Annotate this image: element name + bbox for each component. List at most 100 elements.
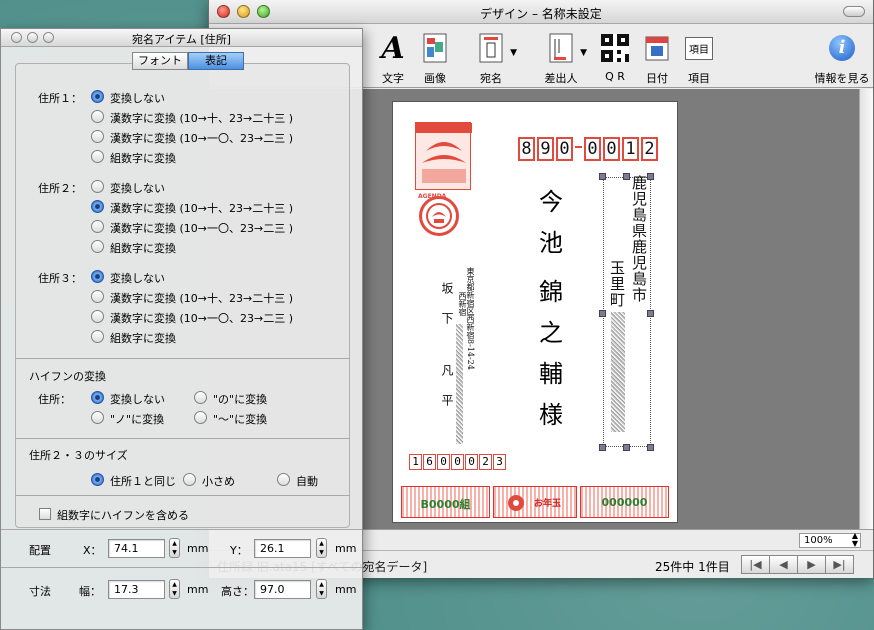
tab-font[interactable]: フォント <box>132 52 188 70</box>
sender-address[interactable]: 東京都新宿区西新宿8-14-24 <box>465 267 475 370</box>
stepper-arrows-icon: ▲ ▼ <box>172 540 177 556</box>
toolbar-address-button[interactable]: ▼ 宛名 <box>461 30 521 86</box>
addr1-radio-0[interactable] <box>91 90 104 103</box>
hyphen-radio-1[interactable] <box>194 391 207 404</box>
addr2-radio-2[interactable] <box>91 220 104 233</box>
toolbar-label: 情報を見る <box>814 72 870 85</box>
addr2-radio-1[interactable] <box>91 200 104 213</box>
postcard[interactable]: AGENDA 8 9 0 0 0 1 2 鹿児島県鹿児島市 玉里町 今 池 錦 … <box>392 101 678 523</box>
main-titlebar[interactable]: デザイン – 名称未設定 <box>209 0 873 24</box>
divider <box>1 529 362 530</box>
divider <box>15 438 350 439</box>
toolbar-image-button[interactable]: 画像 <box>405 30 465 86</box>
last-icon: ▶| <box>833 558 846 571</box>
addr3-radio-2[interactable] <box>91 310 104 323</box>
addr3-radio-3[interactable] <box>91 330 104 343</box>
hyphen-option-label: 変換しない <box>110 393 165 406</box>
item-icon-text: 項目 <box>685 36 713 60</box>
addr1-label: 住所１： <box>38 92 82 105</box>
addr2-radio-0[interactable] <box>91 180 104 193</box>
resize-handle[interactable] <box>599 444 606 451</box>
vertical-scrollbar[interactable] <box>859 89 873 529</box>
prev-icon: ◀ <box>779 558 788 571</box>
resize-handle[interactable] <box>647 444 654 451</box>
zip-digit: 2 <box>641 137 658 161</box>
panel-title: 宛名アイテム [住所] <box>132 33 231 46</box>
addr3-label: 住所３： <box>38 272 82 285</box>
height-stepper[interactable]: ▲ ▼ <box>316 579 327 599</box>
recipient-char: 様 <box>539 401 563 429</box>
dimension-label: 寸法 <box>29 585 51 598</box>
prev-record-button[interactable]: ◀ <box>769 555 798 574</box>
hyphen-label: 住所： <box>38 393 71 406</box>
sender-zip-digit: 0 <box>465 454 478 470</box>
zip-digit: 0 <box>603 137 620 161</box>
divider <box>15 495 350 496</box>
sender-card-icon: ▼ <box>531 30 591 66</box>
resize-handle[interactable] <box>623 444 630 451</box>
recipient-char: 錦 <box>539 278 563 306</box>
next-record-button[interactable]: ▶ <box>797 555 826 574</box>
toolbar-toggle-button[interactable] <box>843 6 865 17</box>
resize-handle[interactable] <box>599 310 606 317</box>
width-field[interactable]: 17.3 <box>108 580 165 599</box>
sender-zip-digit: 0 <box>437 454 450 470</box>
addr1-radio-3[interactable] <box>91 150 104 163</box>
size-option-label: 自動 <box>296 475 318 488</box>
y-stepper[interactable]: ▲ ▼ <box>316 538 327 558</box>
lottery-group-box: B0000組 <box>401 486 490 518</box>
first-record-button[interactable]: |◀ <box>741 555 770 574</box>
x-field[interactable]: 74.1 <box>108 539 165 558</box>
dropdown-arrow-icon: ▼ <box>510 48 517 58</box>
recipient-char: 池 <box>539 229 563 257</box>
toolbar-sender-button[interactable]: ▼ 差出人 <box>531 30 591 86</box>
sender-zip-digit: 0 <box>451 454 464 470</box>
stepper-arrows-icon: ▲ ▼ <box>319 540 324 556</box>
addr1-option-label: 漢数字に変換 (10→一〇、23→二三 ) <box>110 132 294 145</box>
hyphen-radio-3[interactable] <box>194 411 207 424</box>
x-stepper[interactable]: ▲ ▼ <box>169 538 180 558</box>
addr1-option-label: 変換しない <box>110 92 165 105</box>
include-hyphen-label: 組数字にハイフンを含める <box>57 509 189 522</box>
zip-digit: 0 <box>584 137 601 161</box>
panel-titlebar[interactable]: 宛名アイテム [住所] <box>1 29 362 47</box>
size-option-label: 小さめ <box>202 475 235 488</box>
toolbar-info-button[interactable]: i 情報を見る <box>805 30 874 86</box>
resize-handle[interactable] <box>647 310 654 317</box>
addr3-radio-0[interactable] <box>91 270 104 283</box>
stepper-arrows-icon: ▲ ▼ <box>851 531 858 548</box>
divider <box>15 358 350 359</box>
x-label: X： <box>83 544 102 557</box>
width-unit: mm <box>187 583 209 596</box>
hyphen-radio-2[interactable] <box>91 411 104 424</box>
hyphen-heading: ハイフンの変換 <box>29 370 106 383</box>
height-field[interactable]: 97.0 <box>254 580 311 599</box>
toolbar-item-button[interactable]: 項目 項目 <box>669 30 729 86</box>
hyphen-radio-0[interactable] <box>91 391 104 404</box>
address-number-placeholder <box>611 312 625 432</box>
size-radio-1[interactable] <box>183 473 196 486</box>
y-field[interactable]: 26.1 <box>254 539 311 558</box>
width-stepper[interactable]: ▲ ▼ <box>169 579 180 599</box>
tab-notation[interactable]: 表記 <box>188 52 244 70</box>
addr2-radio-3[interactable] <box>91 240 104 253</box>
addr3-option-label: 漢数字に変換 (10→一〇、23→二三 ) <box>110 312 294 325</box>
addr1-radio-1[interactable] <box>91 110 104 123</box>
include-hyphen-checkbox[interactable] <box>39 508 51 520</box>
toolbar-label: 差出人 <box>544 72 578 85</box>
addr1-radio-2[interactable] <box>91 130 104 143</box>
toolbar-label: 画像 <box>424 72 446 85</box>
addr3-radio-1[interactable] <box>91 290 104 303</box>
size-radio-0[interactable] <box>91 473 104 486</box>
resize-handle[interactable] <box>599 173 606 180</box>
recipient-name[interactable]: 今 池 錦 之 輔 様 <box>531 182 571 436</box>
sender-name[interactable]: 坂下 凡平 <box>439 282 456 424</box>
zoom-select[interactable]: 100% ▲ ▼ <box>799 531 861 548</box>
stamp-image[interactable]: AGENDA <box>415 122 472 200</box>
size-radio-2[interactable] <box>277 473 290 486</box>
last-record-button[interactable]: ▶| <box>825 555 854 574</box>
toolbar-label: 宛名 <box>480 72 502 85</box>
toolbar-label: 項目 <box>688 72 710 85</box>
height-label: 高さ： <box>221 585 254 598</box>
position-label: 配置 <box>29 544 51 557</box>
